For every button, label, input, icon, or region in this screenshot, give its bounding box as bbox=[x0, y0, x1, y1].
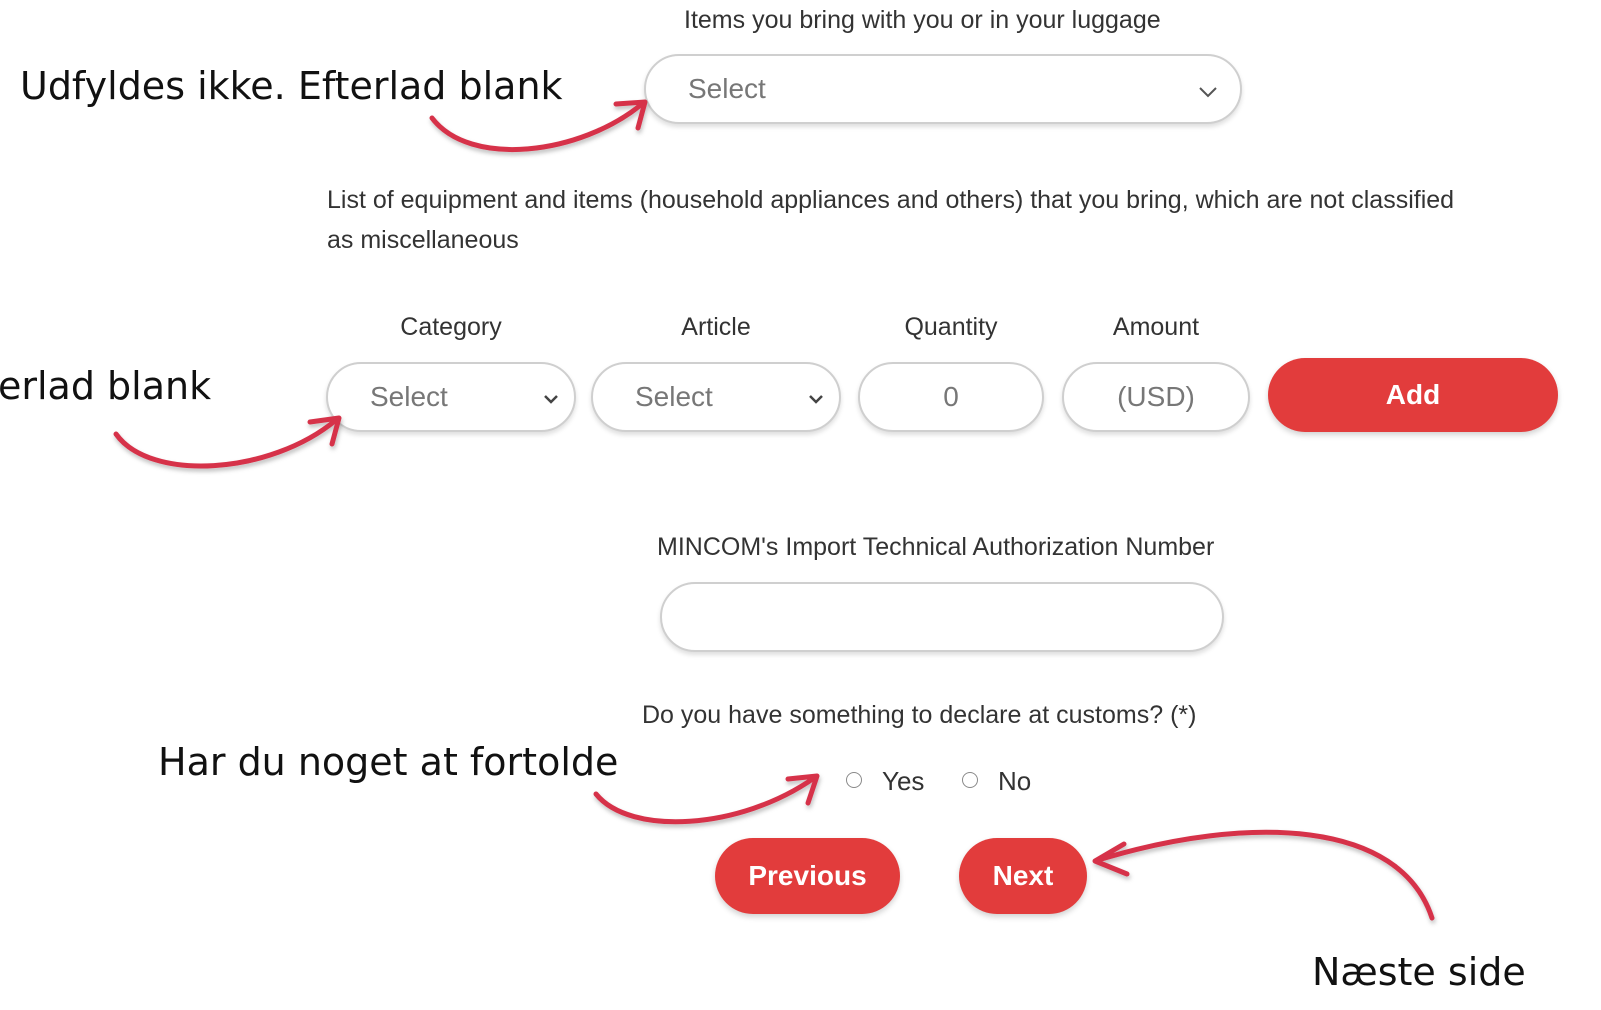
arrow-next bbox=[1092, 829, 1435, 921]
arrow-equipment bbox=[113, 415, 342, 469]
annotation-arrows bbox=[113, 99, 1435, 921]
arrow-customs bbox=[593, 773, 820, 825]
arrow-luggage bbox=[429, 99, 648, 153]
